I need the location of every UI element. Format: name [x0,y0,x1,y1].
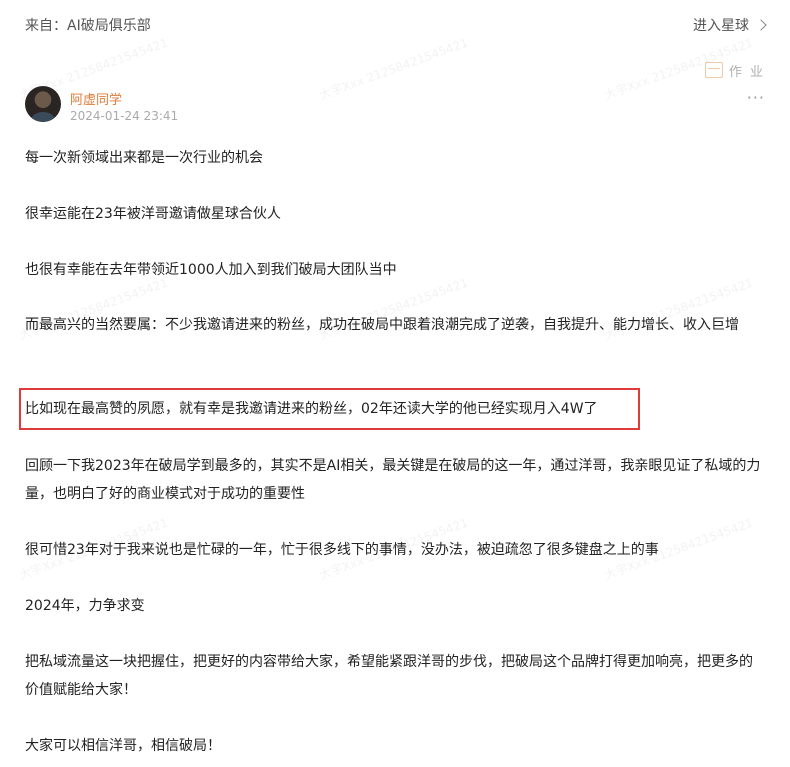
author-name[interactable]: 阿虚同学 [70,89,122,108]
post-paragraph-6: 回顾一下我2023年在破局学到最多的，其实不是AI相关，最关键是在破局的这一年，… [25,458,761,502]
homework-badge: 作 业 [704,60,765,80]
post-paragraph-4: 而最高兴的当然要属：不少我邀请进来的粉丝，成功在破局中跟着浪潮完成了逆袭，自我提… [25,317,739,333]
post-timestamp: 2024-01-24 23:41 [70,109,179,123]
post-paragraph-3: 也很有幸能在去年带领近1000人加入到我们破局大团队当中 [25,262,397,278]
post-paragraph-1: 每一次新领域出来都是一次行业的机会 [25,150,263,166]
watermark: 大宇Xxx 21258421545421 [317,35,470,103]
homework-label: 作 业 [728,64,765,80]
enter-planet-link[interactable]: 进入星球 [693,15,767,35]
more-options-icon[interactable]: ··· [747,88,765,107]
source-label: 来自：AI破局俱乐部 [25,18,151,34]
post-paragraph-8: 2024年，力争求变 [25,598,145,614]
post-paragraph-2: 很幸运能在23年被洋哥邀请做星球合伙人 [25,206,281,222]
enter-planet-label: 进入星球 [693,18,749,34]
post-paragraph-9: 把私域流量这一块把握住，把更好的内容带给大家，希望能紧跟洋哥的步伐，把破局这个品… [25,654,753,698]
post-paragraph-7: 很可惜23年对于我来说也是忙碌的一年，忙于很多线下的事情，没办法，被迫疏忽了很多… [25,542,659,558]
homework-icon [704,62,723,78]
avatar[interactable] [25,86,61,122]
post-paragraph-10: 大家可以相信洋哥，相信破局！ [25,738,221,754]
chevron-right-icon [755,19,767,31]
top-bar: 来自：AI破局俱乐部 进入星球 [25,14,767,36]
highlight-box [19,388,640,430]
